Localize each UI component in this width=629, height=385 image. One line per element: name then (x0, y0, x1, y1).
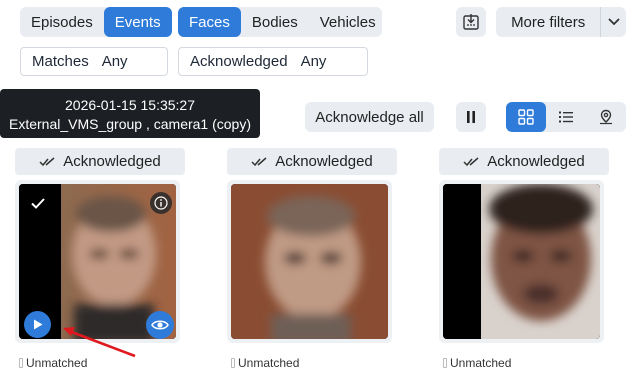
pause-button[interactable] (456, 102, 486, 132)
play-button[interactable] (24, 311, 51, 338)
matches-value: Any (101, 53, 128, 70)
face-thumbnail[interactable] (231, 184, 388, 339)
view-mode-toggle (506, 102, 626, 132)
object-tabs: Faces Bodies Vehicles (178, 7, 382, 37)
tab-faces[interactable]: Faces (178, 7, 241, 37)
acknowledge-all-button[interactable]: Acknowledge all (305, 102, 434, 132)
play-icon (33, 319, 42, 330)
double-check-icon (251, 156, 267, 166)
tab-events[interactable]: Events (103, 7, 172, 37)
ack-label: Acknowledged (487, 153, 585, 170)
grid-view-button[interactable] (506, 102, 546, 132)
acknowledged-filter[interactable]: Acknowledged Any (178, 47, 368, 76)
more-filters-dropdown[interactable] (600, 7, 626, 37)
card-3-ack-banner[interactable]: Acknowledged (439, 148, 609, 175)
face-thumbnail[interactable] (19, 184, 176, 339)
face-image (231, 184, 388, 339)
list-view-button[interactable] (546, 102, 586, 132)
tooltip-timestamp: 2026-01-15 15:35:27 (65, 97, 195, 113)
ack-label: Acknowledged (63, 153, 161, 170)
event-card-1[interactable] (15, 180, 180, 343)
map-pin-icon (600, 109, 612, 125)
more-filters-group: More filters (496, 7, 626, 37)
tooltip-source: External_VMS_group , camera1 (copy) (9, 116, 251, 132)
grid-icon (518, 109, 534, 125)
event-card-3[interactable] (439, 180, 604, 343)
acknowledged-value: Any (300, 53, 327, 70)
ack-label: Acknowledged (275, 153, 373, 170)
more-filters-button[interactable]: More filters (496, 7, 600, 37)
card-3-status: Unmatched (443, 356, 511, 370)
double-check-icon (39, 156, 55, 166)
tab-episodes[interactable]: Episodes (20, 7, 104, 37)
matches-filter[interactable]: Matches Any (20, 47, 168, 76)
matches-label: Matches (32, 53, 89, 70)
card-1-ack-banner[interactable]: Acknowledged (15, 148, 185, 175)
tab-bodies[interactable]: Bodies (241, 7, 309, 37)
face-image (443, 184, 600, 339)
face-thumbnail[interactable] (443, 184, 600, 339)
annotation-arrow (63, 327, 136, 358)
check-icon[interactable] (31, 198, 45, 209)
chevron-down-icon (608, 18, 620, 26)
export-icon (463, 14, 479, 30)
double-check-icon (463, 156, 479, 166)
map-view-button[interactable] (586, 102, 626, 132)
card-2-ack-banner[interactable]: Acknowledged (227, 148, 397, 175)
pause-icon (467, 111, 475, 123)
tab-vehicles[interactable]: Vehicles (309, 7, 387, 37)
acknowledged-label: Acknowledged (190, 53, 288, 70)
view-button[interactable] (146, 311, 174, 339)
export-button[interactable] (456, 7, 486, 37)
event-card-2[interactable] (227, 180, 392, 343)
event-tooltip: 2026-01-15 15:35:27 External_VMS_group ,… (0, 89, 260, 138)
card-2-status: Unmatched (231, 356, 299, 370)
type-tabs: Episodes Events (20, 7, 172, 37)
eye-icon (151, 320, 169, 330)
info-icon[interactable] (150, 192, 172, 214)
list-icon (559, 111, 573, 123)
